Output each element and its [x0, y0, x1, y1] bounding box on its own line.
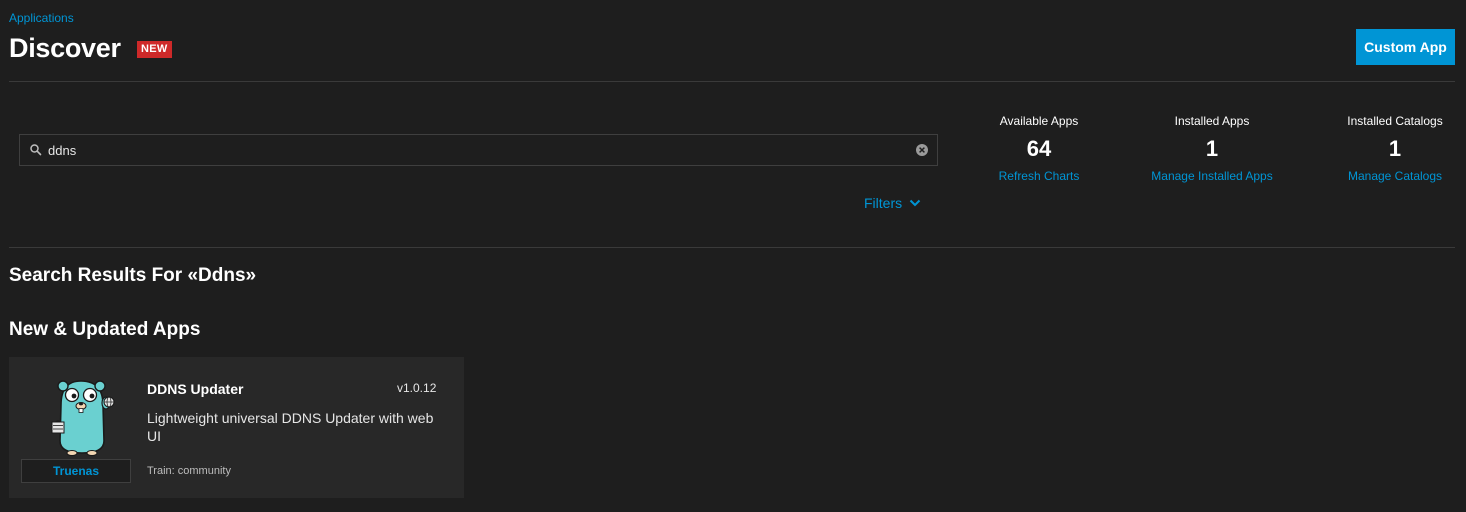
page-title: Discover [9, 33, 121, 63]
new-updated-apps-title: New & Updated Apps [9, 319, 201, 340]
app-card-ddns-updater[interactable]: Truenas DDNS Updater v1.0.12 Lightweight… [9, 357, 464, 498]
chevron-down-icon [909, 199, 921, 207]
catalog-badge: Truenas [21, 459, 131, 483]
refresh-charts-link[interactable]: Refresh Charts [959, 169, 1119, 183]
filters-label: Filters [864, 195, 903, 211]
breadcrumb-applications[interactable]: Applications [9, 11, 74, 25]
gopher-mascot-icon [51, 380, 115, 456]
app-description: Lightweight universal DDNS Updater with … [147, 410, 434, 444]
stat-label: Installed Apps [1174, 114, 1250, 128]
search-results-title: Search Results For «Ddns» [9, 265, 257, 286]
new-badge: NEW [137, 41, 172, 58]
stat-installed-catalogs: Installed Catalogs 1 Manage Catalogs [1315, 114, 1466, 183]
header-divider [9, 81, 1455, 82]
manage-installed-apps-link[interactable]: Manage Installed Apps [1132, 169, 1292, 183]
search-icon [30, 144, 42, 156]
stat-label: Available Apps [999, 114, 1079, 128]
app-version: v1.0.12 [397, 381, 437, 395]
custom-app-button[interactable]: Custom App [1356, 29, 1455, 65]
stat-value: 1 [1205, 136, 1219, 161]
section-divider [9, 247, 1455, 248]
search-box[interactable] [19, 134, 938, 166]
filters-toggle[interactable]: Filters [864, 195, 921, 211]
manage-catalogs-link[interactable]: Manage Catalogs [1315, 169, 1466, 183]
stat-value: 64 [1026, 136, 1052, 161]
clear-search-icon[interactable] [915, 143, 929, 157]
stat-installed-apps: Installed Apps 1 Manage Installed Apps [1132, 114, 1292, 183]
stat-available-apps: Available Apps 64 Refresh Charts [959, 114, 1119, 183]
stat-label: Installed Catalogs [1347, 114, 1443, 128]
search-input[interactable] [48, 135, 908, 165]
app-train: Train: community [147, 465, 231, 477]
stat-value: 1 [1388, 136, 1402, 161]
app-name: DDNS Updater [147, 381, 244, 397]
